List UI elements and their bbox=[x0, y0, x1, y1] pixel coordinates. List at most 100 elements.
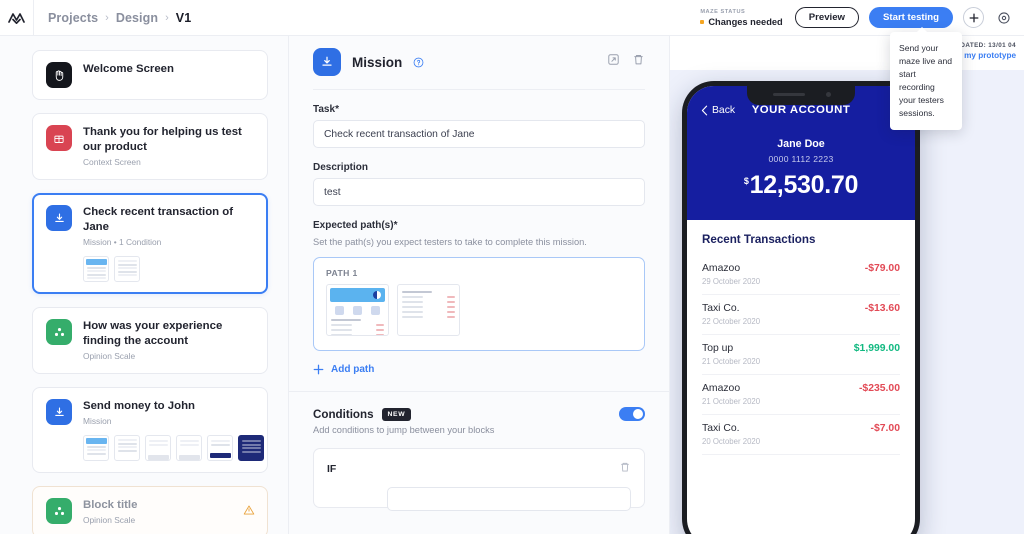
block-header: Thank you for helping us test our produc… bbox=[46, 125, 254, 168]
account-balance: $12,530.70 bbox=[701, 171, 901, 200]
block-card-welcome-screen[interactable]: Welcome Screen bbox=[32, 50, 268, 100]
block-texts: Thank you for helping us test our produc… bbox=[83, 125, 254, 168]
add-button[interactable] bbox=[963, 7, 984, 28]
path-screen-thumbnail[interactable] bbox=[397, 284, 460, 336]
path-1-box[interactable]: PATH 1 bbox=[313, 257, 645, 351]
duplicate-icon[interactable] bbox=[607, 53, 620, 71]
path-screen-thumbnail[interactable] bbox=[326, 284, 389, 336]
preview-button[interactable]: Preview bbox=[794, 7, 860, 28]
block-header: Send money to John Mission bbox=[46, 399, 254, 427]
block-thumbnails bbox=[46, 435, 264, 461]
top-bar-actions: MAZE STATUS Changes needed Preview Start… bbox=[700, 7, 1024, 28]
block-title: Send money to John bbox=[83, 400, 196, 412]
description-label: Description bbox=[313, 162, 369, 173]
block-card-how-was-your-experience[interactable]: How was your experience finding the acco… bbox=[32, 307, 268, 374]
prototype-preview-pane: LAST UPDATED: 13/01 04 Refresh my protot… bbox=[670, 36, 1024, 534]
transaction-amount: -$7.00 bbox=[870, 423, 900, 434]
breadcrumb-separator: › bbox=[105, 11, 109, 24]
block-card-check-recent-transaction[interactable]: Check recent transaction of Jane Mission… bbox=[32, 193, 268, 294]
block-texts: Block title Opinion Scale bbox=[83, 498, 254, 526]
block-texts: Welcome Screen bbox=[83, 62, 254, 77]
page-title: Mission bbox=[352, 54, 403, 70]
condition-select[interactable] bbox=[387, 487, 631, 511]
breadcrumb-design[interactable]: Design bbox=[116, 11, 158, 25]
back-button[interactable]: Back bbox=[701, 105, 735, 116]
blocks-sidebar[interactable]: Welcome Screen Thank you for helping us … bbox=[0, 36, 288, 534]
expected-paths-label-text: Expected path(s) bbox=[313, 220, 394, 231]
mission-icon bbox=[46, 205, 72, 231]
new-badge: NEW bbox=[381, 407, 412, 421]
if-label: IF bbox=[327, 463, 337, 475]
expected-paths-hint: Set the path(s) you expect testers to ta… bbox=[313, 237, 587, 247]
panel-header: Mission bbox=[313, 36, 645, 90]
mission-icon bbox=[313, 48, 341, 76]
block-card-thank-you[interactable]: Thank you for helping us test our produc… bbox=[32, 113, 268, 180]
screen-thumbnail[interactable] bbox=[207, 435, 233, 461]
add-path-label: Add path bbox=[331, 364, 375, 375]
conditions-toggle[interactable] bbox=[619, 407, 645, 421]
transaction-row[interactable]: Amazoo -$235.00 21 October 2020 bbox=[702, 375, 900, 415]
transaction-row[interactable]: Top up $1,999.00 21 October 2020 bbox=[702, 335, 900, 375]
breadcrumb-v1[interactable]: V1 bbox=[176, 11, 192, 25]
description-input[interactable]: test bbox=[313, 178, 645, 206]
block-subtitle: Mission bbox=[83, 416, 112, 426]
phone-screen[interactable]: Back YOUR ACCOUNT Jane Doe 0000 1112 222… bbox=[687, 86, 915, 534]
block-card-block-title[interactable]: Block title Opinion Scale bbox=[32, 486, 268, 534]
block-title: Block title bbox=[83, 499, 138, 511]
block-thumbnails bbox=[46, 256, 254, 282]
conditions-header: Conditions NEW bbox=[313, 407, 645, 421]
transaction-row[interactable]: Taxi Co. -$13.60 22 October 2020 bbox=[702, 295, 900, 335]
transaction-name: Taxi Co. bbox=[702, 303, 740, 314]
screen-thumbnail[interactable] bbox=[83, 256, 109, 282]
screen-thumbnail[interactable] bbox=[83, 435, 109, 461]
block-texts: Check recent transaction of Jane Mission… bbox=[83, 205, 254, 248]
task-input[interactable]: Check recent transaction of Jane bbox=[313, 120, 645, 148]
transaction-name: Amazoo bbox=[702, 383, 741, 394]
screen-thumbnail[interactable] bbox=[145, 435, 171, 461]
transaction-line: Top up $1,999.00 bbox=[702, 343, 900, 354]
warning-icon bbox=[243, 503, 255, 521]
hand-wave-icon bbox=[46, 62, 72, 88]
trash-icon[interactable] bbox=[619, 460, 631, 478]
block-header: Block title Opinion Scale bbox=[46, 498, 254, 526]
trash-icon[interactable] bbox=[632, 53, 645, 71]
expected-paths-label: Expected path(s)* bbox=[313, 220, 645, 231]
transaction-line: Taxi Co. -$7.00 bbox=[702, 423, 900, 434]
task-label: Task* bbox=[313, 104, 645, 115]
add-path-button[interactable]: Add path bbox=[313, 364, 645, 375]
screen-thumbnail[interactable] bbox=[114, 435, 140, 461]
plus-icon bbox=[969, 13, 978, 22]
status-dot-icon bbox=[700, 19, 705, 24]
screen-thumbnail[interactable] bbox=[114, 256, 140, 282]
block-subtitle: Context Screen bbox=[83, 157, 141, 167]
preview-canvas: Back YOUR ACCOUNT Jane Doe 0000 1112 222… bbox=[670, 70, 1024, 534]
settings-button[interactable] bbox=[994, 8, 1014, 28]
panel-actions bbox=[607, 53, 645, 71]
block-subtitle: Opinion Scale bbox=[83, 515, 136, 525]
plus-icon bbox=[313, 364, 324, 375]
maze-status-label: MAZE STATUS bbox=[700, 8, 746, 15]
required-marker: * bbox=[393, 220, 398, 231]
transaction-date: 22 October 2020 bbox=[702, 317, 761, 326]
help-circle-icon[interactable] bbox=[413, 57, 424, 68]
screen-thumbnail[interactable] bbox=[176, 435, 202, 461]
transaction-row[interactable]: Taxi Co. -$7.00 20 October 2020 bbox=[702, 415, 900, 455]
balance-amount: 12,530.70 bbox=[749, 171, 859, 199]
screen-thumbnail[interactable] bbox=[238, 435, 264, 461]
transaction-name: Amazoo bbox=[702, 263, 741, 274]
account-header: Back YOUR ACCOUNT Jane Doe 0000 1112 222… bbox=[687, 86, 915, 220]
transaction-date: 21 October 2020 bbox=[702, 357, 761, 366]
transactions-section: Recent Transactions Amazoo -$79.00 29 Oc… bbox=[687, 220, 915, 455]
block-card-send-money-to-john[interactable]: Send money to John Mission bbox=[32, 387, 268, 473]
section-divider bbox=[289, 391, 669, 392]
transaction-row[interactable]: Amazoo -$79.00 29 October 2020 bbox=[702, 255, 900, 295]
block-title: How was your experience finding the acco… bbox=[83, 320, 223, 347]
app-logo[interactable] bbox=[0, 0, 34, 36]
conditions-label: Conditions bbox=[313, 407, 374, 421]
breadcrumb-projects[interactable]: Projects bbox=[48, 11, 98, 25]
phone-mockup: Back YOUR ACCOUNT Jane Doe 0000 1112 222… bbox=[682, 81, 920, 534]
start-testing-button[interactable]: Start testing bbox=[869, 7, 953, 28]
block-subtitle: Mission • 1 Condition bbox=[83, 237, 162, 247]
gift-icon bbox=[46, 125, 72, 151]
app-root: Projects › Design › V1 MAZE STATUS Chang… bbox=[0, 0, 1024, 534]
